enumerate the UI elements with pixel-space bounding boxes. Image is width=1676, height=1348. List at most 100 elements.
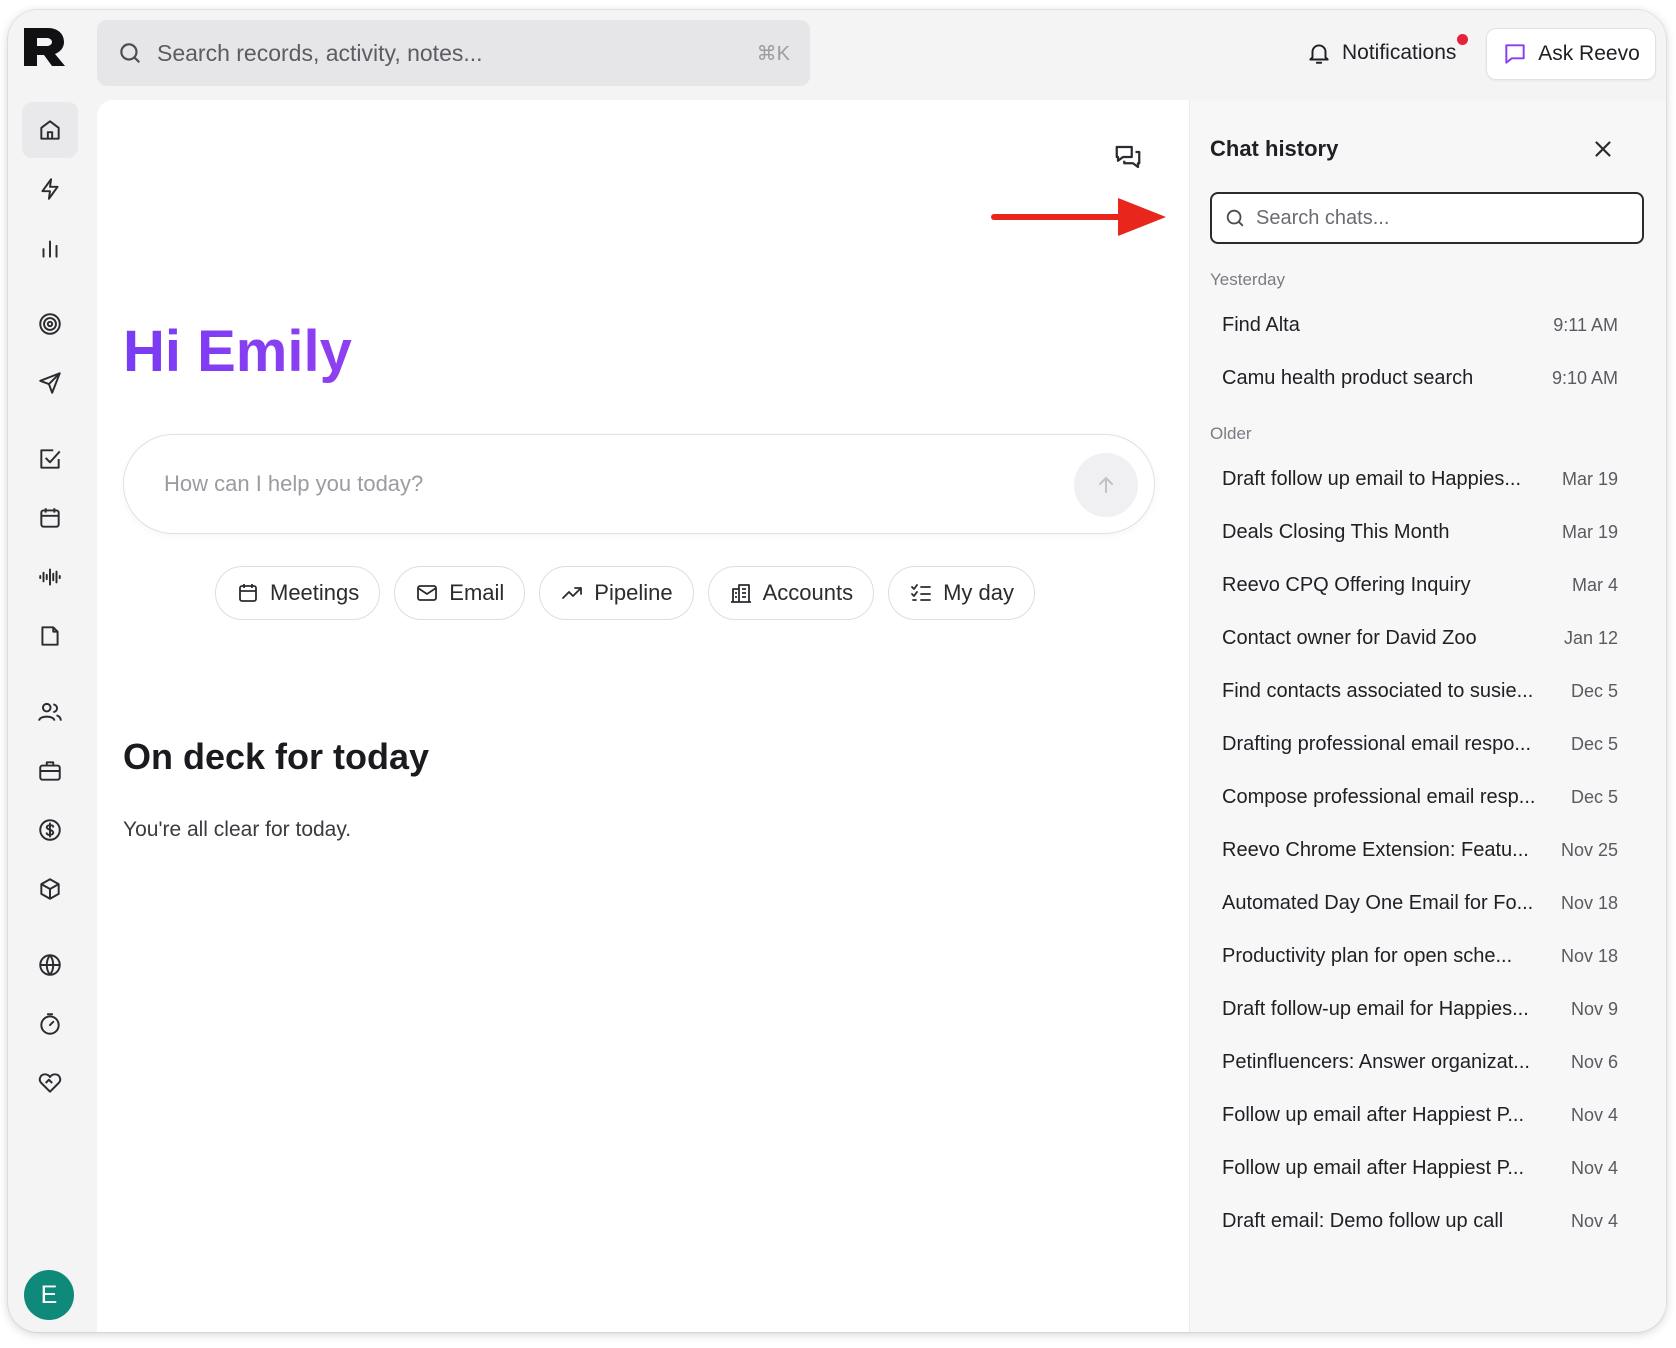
nav-calls[interactable]	[22, 549, 78, 605]
chat-time: Nov 18	[1560, 892, 1618, 913]
chat-item[interactable]: Draft follow up email to Happies... Mar …	[1210, 455, 1630, 503]
quick-action-chips: Meetings Email Pipeline Accounts My day	[215, 566, 1035, 620]
home-icon	[40, 120, 60, 140]
chip-label: My day	[943, 580, 1014, 605]
global-search-input[interactable]: Search records, activity, notes... ⌘K	[97, 20, 810, 86]
nav-accounts[interactable]	[22, 743, 78, 799]
nav-notes[interactable]	[22, 608, 78, 664]
chat-item[interactable]: Deals Closing This Month Mar 19	[1210, 508, 1630, 556]
bar-chart-icon	[42, 240, 58, 258]
annotation-arrow	[991, 198, 1166, 236]
chat-time: Nov 9	[1570, 998, 1618, 1019]
user-avatar[interactable]: E	[24, 1270, 74, 1320]
chat-title: Drafting professional email respo...	[1222, 732, 1532, 755]
send-button[interactable]	[1074, 453, 1138, 517]
chat-history-icon[interactable]	[1113, 142, 1143, 172]
users-icon	[38, 702, 62, 721]
ask-reevo-button[interactable]: Ask Reevo	[1486, 28, 1656, 80]
chat-item[interactable]: Reevo Chrome Extension: Featu... Nov 25	[1210, 826, 1630, 874]
chat-title: Petinfluencers: Answer organizat...	[1222, 1050, 1530, 1073]
chip-meetings[interactable]: Meetings	[215, 566, 381, 620]
greeting-heading: Hi Emily	[123, 319, 352, 384]
nav-sequences[interactable]	[22, 355, 78, 411]
chat-item[interactable]: Automated Day One Email for Fo... Nov 18	[1210, 879, 1630, 927]
bell-icon	[1309, 44, 1329, 64]
search-placeholder: Search records, activity, notes...	[157, 39, 483, 66]
nav-contacts[interactable]	[22, 684, 78, 740]
chat-item[interactable]: Compose professional email resp... Dec 5	[1210, 773, 1630, 821]
chat-time: 9:11 AM	[1553, 314, 1618, 335]
chat-title: Find contacts associated to susie...	[1222, 679, 1534, 702]
chat-item[interactable]: Find contacts associated to susie... Dec…	[1210, 667, 1630, 715]
audio-wave-icon	[39, 568, 61, 586]
nav-web[interactable]	[22, 937, 78, 993]
document-icon	[41, 626, 59, 646]
chat-item[interactable]: Follow up email after Happiest P... Nov …	[1210, 1144, 1630, 1192]
chat-title: Productivity plan for open sche...	[1222, 944, 1513, 967]
chat-title: Camu health product search	[1222, 366, 1474, 389]
target-icon	[39, 313, 61, 335]
calendar-icon	[40, 508, 60, 528]
nav-timer[interactable]	[22, 996, 78, 1052]
nav-home[interactable]	[22, 102, 78, 158]
notifications-button[interactable]: Notifications	[1306, 30, 1469, 76]
chat-title: Automated Day One Email for Fo...	[1222, 891, 1534, 914]
nav-deals[interactable]	[22, 802, 78, 858]
chat-history-title: Chat history	[1210, 136, 1339, 161]
nav-reports[interactable]	[22, 220, 78, 276]
chat-item[interactable]: Draft follow-up email for Happies... Nov…	[1210, 985, 1630, 1033]
chat-time: Mar 19	[1561, 521, 1618, 542]
chat-title: Deals Closing This Month	[1222, 520, 1450, 543]
search-shortcut: ⌘K	[756, 42, 790, 65]
arrow-up-icon	[1099, 477, 1113, 493]
chat-title: Reevo CPQ Offering Inquiry	[1222, 573, 1471, 596]
building-icon	[730, 584, 751, 603]
chat-bubble-icon	[1505, 44, 1525, 64]
chat-item[interactable]: Drafting professional email respo... Dec…	[1210, 720, 1630, 768]
chat-title: Draft follow up email to Happies...	[1222, 467, 1522, 490]
chat-time: Mar 4	[1571, 574, 1618, 595]
trending-up-icon	[562, 587, 583, 599]
chat-item[interactable]: Productivity plan for open sche... Nov 1…	[1210, 932, 1630, 980]
chip-label: Pipeline	[594, 580, 673, 605]
chat-item[interactable]: Find Alta 9:11 AM	[1210, 301, 1630, 349]
app-window: Search records, activity, notes... ⌘K No…	[8, 10, 1666, 1332]
chip-label: Meetings	[270, 580, 360, 605]
chat-time: Jan 12	[1563, 627, 1618, 648]
chat-title: Compose professional email resp...	[1222, 785, 1536, 808]
close-icon[interactable]	[1590, 136, 1616, 162]
nav-goals[interactable]	[22, 296, 78, 352]
chip-label: Accounts	[762, 580, 854, 605]
chat-time: Nov 18	[1560, 945, 1618, 966]
nav-products[interactable]	[22, 861, 78, 917]
chat-title: Draft follow-up email for Happies...	[1222, 997, 1529, 1020]
chip-email[interactable]: Email	[394, 566, 526, 620]
chat-item[interactable]: Reevo CPQ Offering Inquiry Mar 4	[1210, 561, 1630, 609]
reevo-logo[interactable]	[22, 24, 68, 70]
chat-item[interactable]: Camu health product search 9:10 AM	[1210, 354, 1630, 402]
chat-item[interactable]: Petinfluencers: Answer organizat... Nov …	[1210, 1038, 1630, 1086]
nav-customer-success[interactable]	[22, 1055, 78, 1111]
notifications-label: Notifications	[1342, 41, 1457, 64]
ai-prompt-input[interactable]: How can I help you today?	[123, 434, 1155, 534]
notification-dot	[1457, 34, 1469, 45]
search-chats-placeholder: Search chats...	[1256, 206, 1390, 229]
chat-title: Draft email: Demo follow up call	[1222, 1209, 1504, 1232]
checklist-icon	[911, 584, 931, 601]
chat-item[interactable]: Draft email: Demo follow up call Nov 4	[1210, 1197, 1630, 1245]
nav-activity[interactable]	[22, 161, 78, 217]
chip-my-day[interactable]: My day	[888, 566, 1035, 620]
group-label-older: Older	[1210, 424, 1252, 443]
chat-item[interactable]: Follow up email after Happiest P... Nov …	[1210, 1091, 1630, 1139]
chat-item[interactable]: Contact owner for David Zoo Jan 12	[1210, 614, 1630, 662]
search-chats-input[interactable]: Search chats...	[1210, 192, 1644, 244]
nav-tasks[interactable]	[22, 431, 78, 487]
chat-time: Nov 4	[1570, 1210, 1618, 1231]
chat-time: Dec 5	[1570, 680, 1618, 701]
calendar-icon	[239, 584, 257, 602]
chip-accounts[interactable]: Accounts	[707, 566, 875, 620]
briefcase-icon	[39, 761, 61, 781]
chip-pipeline[interactable]: Pipeline	[539, 566, 694, 620]
chat-time: Nov 4	[1570, 1157, 1618, 1178]
nav-calendar[interactable]	[22, 490, 78, 546]
